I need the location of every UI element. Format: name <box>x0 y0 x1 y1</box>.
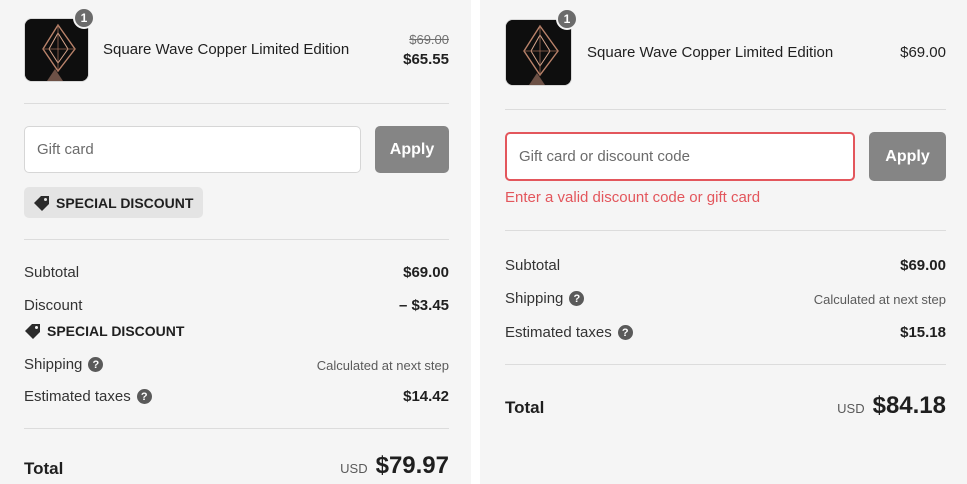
shipping-value: Calculated at next step <box>813 292 946 307</box>
product-name: Square Wave Copper Limited Edition <box>103 41 350 58</box>
product-image <box>506 20 571 85</box>
subtotal-label: Subtotal <box>505 257 561 274</box>
currency-code: USD <box>340 461 368 476</box>
discount-code-row: SPECIAL DISCOUNT <box>24 323 184 339</box>
help-icon[interactable]: ? <box>569 291 585 306</box>
help-icon[interactable]: ? <box>617 325 633 340</box>
tag-icon <box>34 195 49 211</box>
shipping-row-label: Shipping ? <box>505 290 585 307</box>
gift-card-placeholder: Gift card <box>37 141 94 158</box>
product-price: $69.00 <box>900 44 946 61</box>
divider <box>505 230 946 231</box>
total-amount: USD $84.18 <box>837 392 946 420</box>
total-value: $84.18 <box>872 392 946 419</box>
product-price: $65.55 <box>403 51 449 68</box>
taxes-value: $15.18 <box>900 324 946 341</box>
help-icon[interactable]: ? <box>88 357 104 372</box>
taxes-row-label: Estimated taxes ? <box>24 388 152 405</box>
apply-button[interactable]: Apply <box>375 126 449 173</box>
total-label: Total <box>505 398 545 417</box>
quantity-badge: 1 <box>556 8 578 30</box>
taxes-row-label: Estimated taxes ? <box>505 324 633 341</box>
product-thumbnail: 1 <box>24 7 95 82</box>
discount-code-placeholder: Gift card or discount code <box>519 148 690 165</box>
subtotal-label: Subtotal <box>24 264 80 281</box>
apply-button[interactable]: Apply <box>869 132 946 181</box>
divider <box>24 239 449 240</box>
discount-code-input[interactable]: Gift card or discount code <box>505 132 855 181</box>
total-label: Total <box>24 459 64 478</box>
tag-icon <box>25 324 40 339</box>
discount-error-message: Enter a valid discount code or gift card <box>505 189 761 206</box>
product-thumbnail: 1 <box>505 8 578 86</box>
help-icon[interactable]: ? <box>136 389 152 404</box>
order-summary-left: 1 Square Wave Copper Limited Edition $69… <box>0 0 471 484</box>
total-amount: USD $79.97 <box>340 452 449 480</box>
shipping-value: Calculated at next step <box>316 358 449 373</box>
applied-discount-label: SPECIAL DISCOUNT <box>56 194 194 211</box>
applied-discount-chip[interactable]: SPECIAL DISCOUNT <box>24 187 203 218</box>
divider <box>505 364 946 365</box>
order-summary-right: 1 Square Wave Copper Limited Edition $69… <box>480 0 967 484</box>
divider <box>24 428 449 429</box>
currency-code: USD <box>837 401 865 416</box>
product-name: Square Wave Copper Limited Edition <box>587 44 834 61</box>
divider <box>24 103 449 104</box>
taxes-label: Estimated taxes <box>505 324 612 341</box>
taxes-value: $14.42 <box>403 388 449 405</box>
gift-card-input[interactable]: Gift card <box>24 126 361 173</box>
subtotal-value: $69.00 <box>403 264 449 281</box>
shipping-row-label: Shipping ? <box>24 356 104 373</box>
discount-value: – $3.45 <box>398 297 449 314</box>
taxes-label: Estimated taxes <box>24 388 131 405</box>
discount-code-label: SPECIAL DISCOUNT <box>47 323 185 339</box>
divider <box>505 109 946 110</box>
original-price: $69.00 <box>409 32 449 47</box>
subtotal-value: $69.00 <box>900 257 946 274</box>
shipping-label: Shipping <box>24 356 83 373</box>
shipping-label: Shipping <box>505 290 564 307</box>
total-value: $79.97 <box>375 452 449 479</box>
discount-label: Discount <box>24 297 83 314</box>
quantity-badge: 1 <box>73 7 95 29</box>
product-image <box>25 19 88 81</box>
